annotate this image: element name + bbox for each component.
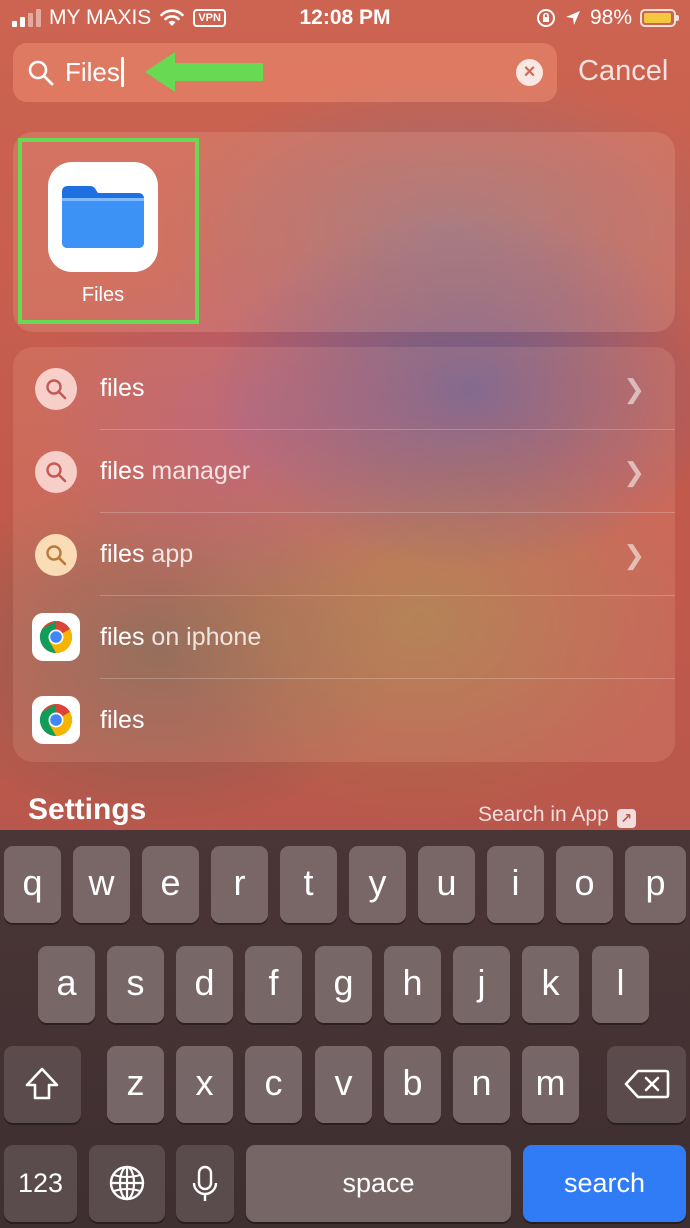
search-in-app-label: Search in App bbox=[478, 803, 609, 826]
key-i[interactable]: i bbox=[487, 846, 544, 923]
space-key[interactable]: space bbox=[246, 1145, 511, 1222]
suggestion-row[interactable]: files on iphone bbox=[13, 596, 675, 679]
key-u[interactable]: u bbox=[418, 846, 475, 923]
chevron-right-icon: ❯ bbox=[623, 457, 645, 487]
vpn-badge: VPN bbox=[193, 9, 226, 27]
search-icon bbox=[28, 60, 54, 86]
numbers-key[interactable]: 123 bbox=[4, 1145, 77, 1222]
chrome-icon bbox=[32, 696, 80, 744]
key-r[interactable]: r bbox=[211, 846, 268, 923]
chevron-right-icon: ❯ bbox=[623, 374, 645, 404]
open-external-icon: ↗ bbox=[616, 809, 636, 828]
cellular-signal-icon bbox=[12, 9, 41, 27]
key-q[interactable]: q bbox=[4, 846, 61, 923]
key-t[interactable]: t bbox=[280, 846, 337, 923]
suggestion-rest: on iphone bbox=[144, 623, 262, 651]
key-c[interactable]: c bbox=[245, 1046, 302, 1123]
location-arrow-icon bbox=[565, 11, 580, 25]
microphone-icon bbox=[192, 1165, 218, 1201]
key-a[interactable]: a bbox=[38, 946, 95, 1023]
suggestion-match: files bbox=[100, 706, 145, 734]
status-bar: MY MAXIS VPN 12:08 PM 98% bbox=[0, 0, 690, 36]
key-f[interactable]: f bbox=[245, 946, 302, 1023]
shift-key[interactable] bbox=[4, 1046, 81, 1123]
key-x[interactable]: x bbox=[176, 1046, 233, 1123]
suggestion-row[interactable]: files bbox=[13, 679, 675, 762]
suggestion-match: files bbox=[100, 374, 145, 402]
key-h[interactable]: h bbox=[384, 946, 441, 1023]
key-k[interactable]: k bbox=[522, 946, 579, 1023]
settings-section-title: Settings bbox=[28, 793, 147, 826]
delete-key[interactable] bbox=[607, 1046, 686, 1123]
suggestion-rest: manager bbox=[144, 457, 251, 485]
suggestion-match: files bbox=[100, 623, 145, 651]
key-b[interactable]: b bbox=[384, 1046, 441, 1123]
key-v[interactable]: v bbox=[315, 1046, 372, 1123]
shift-icon bbox=[25, 1067, 59, 1100]
key-j[interactable]: j bbox=[453, 946, 510, 1023]
key-d[interactable]: d bbox=[176, 946, 233, 1023]
suggestion-match: files bbox=[100, 540, 145, 568]
key-o[interactable]: o bbox=[556, 846, 613, 923]
key-s[interactable]: s bbox=[107, 946, 164, 1023]
cancel-button[interactable]: Cancel bbox=[578, 55, 668, 88]
suggestion-match: files bbox=[100, 457, 145, 485]
key-l[interactable]: l bbox=[592, 946, 649, 1023]
dictation-key[interactable] bbox=[176, 1145, 234, 1222]
text-caret bbox=[120, 57, 124, 87]
globe-icon bbox=[109, 1165, 145, 1201]
search-in-app-link[interactable]: Search in App ↗ bbox=[478, 803, 636, 828]
chevron-right-icon: ❯ bbox=[623, 540, 645, 570]
key-e[interactable]: e bbox=[142, 846, 199, 923]
key-n[interactable]: n bbox=[453, 1046, 510, 1123]
key-m[interactable]: m bbox=[522, 1046, 579, 1123]
globe-key[interactable] bbox=[89, 1145, 165, 1222]
clear-search-button[interactable]: × bbox=[516, 59, 543, 86]
backspace-icon bbox=[624, 1069, 670, 1099]
annotation-highlight-box bbox=[18, 138, 199, 324]
key-z[interactable]: z bbox=[107, 1046, 164, 1123]
suggestion-row[interactable]: files manager ❯ bbox=[13, 430, 675, 513]
search-input[interactable]: Files × bbox=[13, 43, 557, 102]
keyboard: q w e r t y u i o p a s d f g h j k l z … bbox=[0, 830, 690, 1228]
search-suggestion-icon bbox=[35, 451, 77, 493]
annotation-arrow-icon bbox=[145, 52, 263, 92]
orientation-lock-icon bbox=[536, 9, 555, 27]
key-w[interactable]: w bbox=[73, 846, 130, 923]
key-g[interactable]: g bbox=[315, 946, 372, 1023]
wifi-icon bbox=[160, 9, 185, 26]
suggestion-rest: app bbox=[144, 540, 194, 568]
suggestion-row[interactable]: files ❯ bbox=[13, 347, 675, 430]
search-suggestion-icon bbox=[35, 368, 77, 410]
key-p[interactable]: p bbox=[625, 846, 686, 923]
suggestion-row[interactable]: files app ❯ bbox=[13, 513, 675, 596]
search-suggestion-icon bbox=[35, 534, 77, 576]
key-y[interactable]: y bbox=[349, 846, 406, 923]
carrier-name: MY MAXIS bbox=[49, 6, 152, 29]
battery-icon bbox=[640, 9, 679, 27]
battery-percent: 98% bbox=[589, 6, 632, 29]
search-key[interactable]: search bbox=[523, 1145, 686, 1222]
chrome-icon bbox=[32, 613, 80, 661]
search-query: Files bbox=[65, 57, 120, 87]
